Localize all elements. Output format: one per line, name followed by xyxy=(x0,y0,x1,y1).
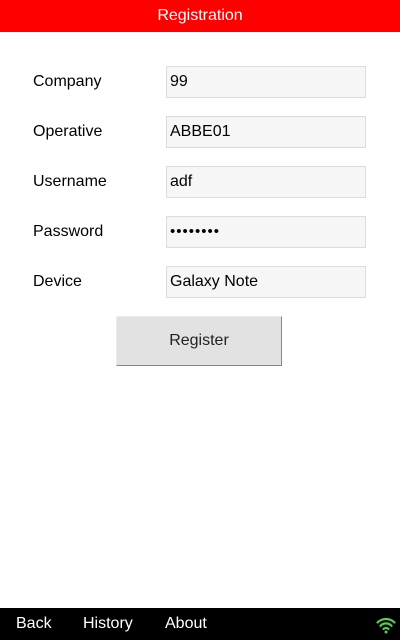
username-row: Username adf xyxy=(0,166,400,216)
operative-label: Operative xyxy=(33,123,103,140)
operative-field[interactable]: ABBE01 xyxy=(166,116,366,148)
history-button[interactable]: History xyxy=(83,608,133,640)
registration-screen: Registration Company 99 Operative ABBE01… xyxy=(0,0,400,640)
username-label: Username xyxy=(33,173,107,190)
about-button[interactable]: About xyxy=(165,608,207,640)
password-row: Password •••••••• xyxy=(0,216,400,266)
operative-row: Operative ABBE01 xyxy=(0,116,400,166)
bottom-nav-bar: Back History About xyxy=(0,608,400,640)
back-button[interactable]: Back xyxy=(16,608,52,640)
register-button[interactable]: Register xyxy=(116,316,282,366)
password-label: Password xyxy=(33,223,104,240)
device-field[interactable]: Galaxy Note xyxy=(166,266,366,298)
device-row: Device Galaxy Note xyxy=(0,266,400,316)
registration-form: Company 99 Operative ABBE01 Username adf… xyxy=(0,66,400,316)
device-label: Device xyxy=(33,273,82,290)
company-label: Company xyxy=(33,73,102,90)
page-title: Registration xyxy=(157,7,243,24)
title-bar: Registration xyxy=(0,0,400,32)
username-field[interactable]: adf xyxy=(166,166,366,198)
password-field[interactable]: •••••••• xyxy=(166,216,366,248)
company-field[interactable]: 99 xyxy=(166,66,366,98)
wifi-icon xyxy=(376,617,396,634)
company-row: Company 99 xyxy=(0,66,400,116)
